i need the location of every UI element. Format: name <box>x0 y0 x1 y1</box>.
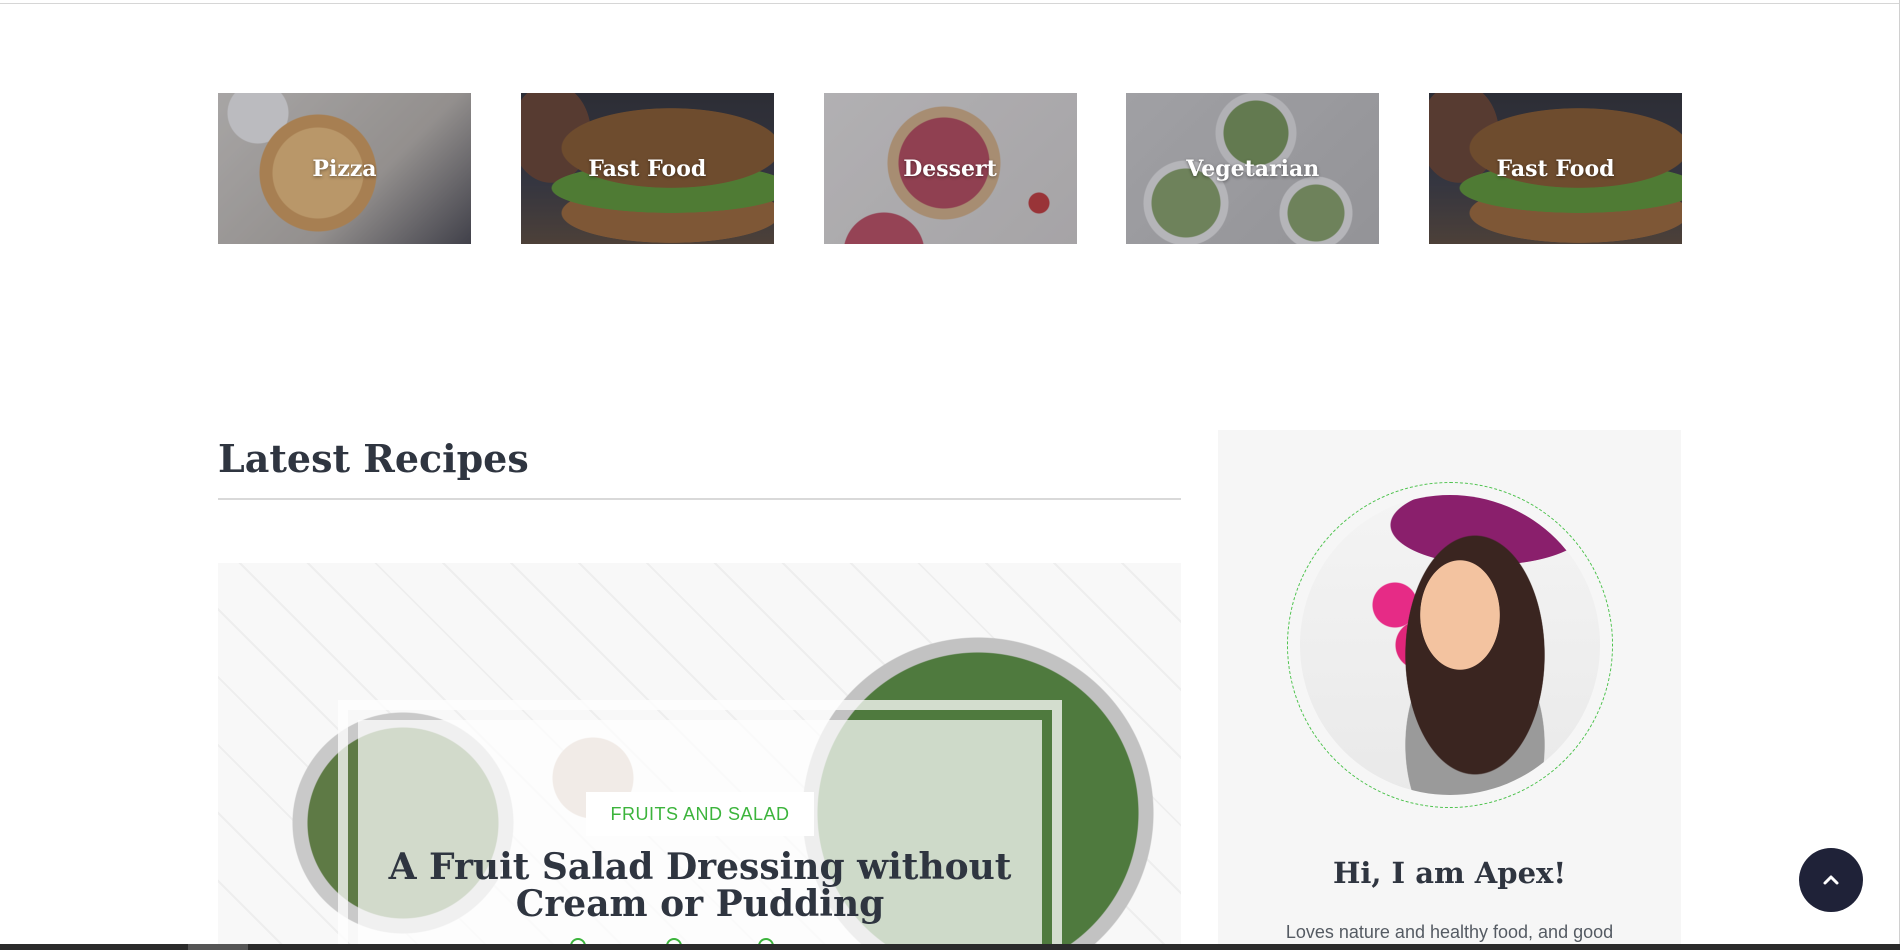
about-text: Loves nature and healthy food, and good <box>1285 922 1614 942</box>
category-tiles: Pizza Fast Food Dessert Vegetarian Fast … <box>218 93 1682 244</box>
category-label: Vegetarian <box>1186 155 1320 182</box>
category-tile-fast-food[interactable]: Fast Food <box>520 93 774 244</box>
category-tile-dessert[interactable]: Dessert <box>823 93 1077 244</box>
about-widget: Hi, I am Apex! Loves nature and healthy … <box>1218 430 1681 950</box>
header-divider <box>0 3 1900 4</box>
category-tile-fast-food-2[interactable]: Fast Food <box>1429 93 1682 244</box>
chevron-up-icon <box>1823 875 1839 885</box>
author-avatar <box>1300 495 1600 795</box>
featured-recipe-card[interactable]: FRUITS AND SALAD A Fruit Salad Dressing … <box>218 563 1181 950</box>
category-tile-vegetarian[interactable]: Vegetarian <box>1126 93 1380 244</box>
category-tile-pizza[interactable]: Pizza <box>218 93 471 244</box>
bottom-bar <box>0 944 1900 950</box>
back-to-top-button[interactable] <box>1799 848 1863 912</box>
category-label: Dessert <box>903 155 997 182</box>
category-label: Fast Food <box>1496 155 1615 182</box>
about-title: Hi, I am Apex! <box>1332 856 1567 890</box>
section-divider <box>218 498 1181 500</box>
category-label: Pizza <box>312 155 377 182</box>
section-title: Latest Recipes <box>218 436 529 481</box>
category-label: Fast Food <box>588 155 707 182</box>
recipe-title[interactable]: A Fruit Salad Dressing without Cream or … <box>378 849 1022 923</box>
recipe-category-link[interactable]: FRUITS AND SALAD <box>586 792 814 836</box>
